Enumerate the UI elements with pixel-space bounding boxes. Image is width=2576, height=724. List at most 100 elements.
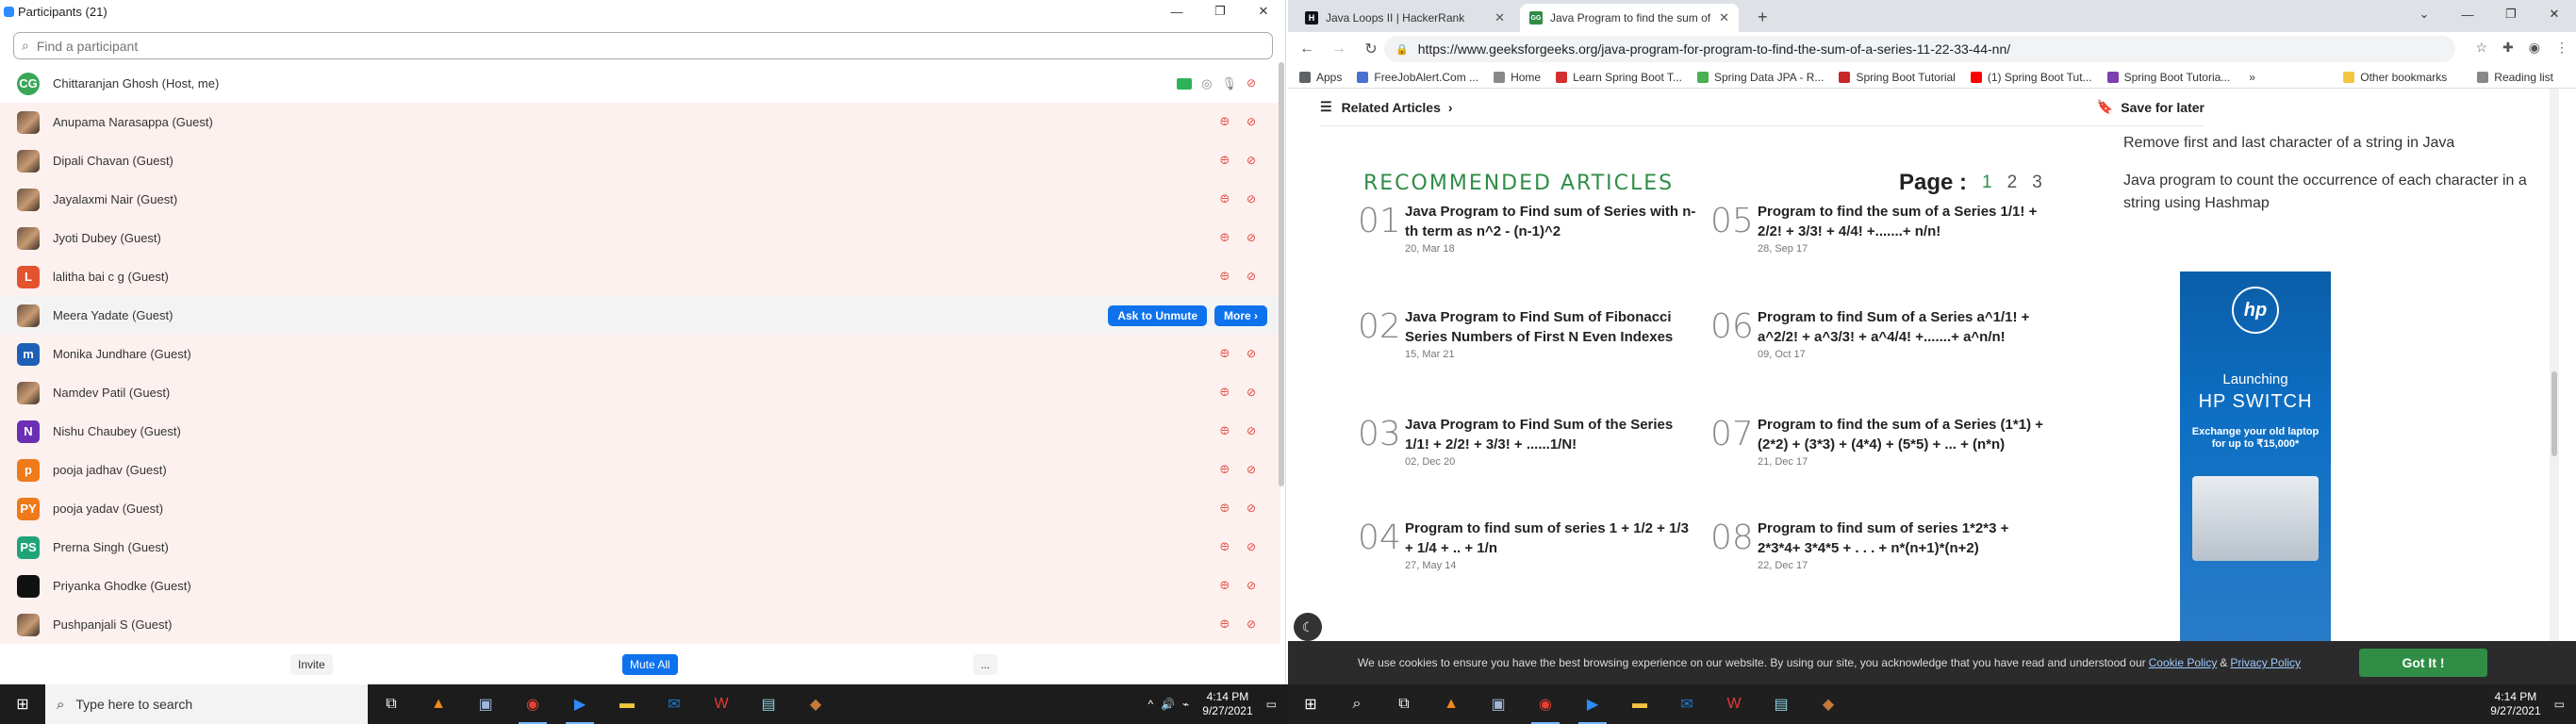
bookmarks-overflow-icon[interactable]: » [2249, 71, 2255, 84]
article-item[interactable]: 03 Java Program to Find Sum of the Series… [1358, 415, 1697, 468]
address-bar[interactable]: 🔒 https://www.geeksforgeeks.org/java-pro… [1384, 36, 2455, 62]
minimize-icon[interactable]: — [1155, 0, 1198, 23]
participant-row[interactable]: Dipali Chavan (Guest) ⨸ ⊘ [0, 141, 1280, 180]
got-it-button[interactable]: Got It ! [2359, 649, 2487, 677]
bookmark-item[interactable]: Spring Data JPA - R... [1696, 71, 1824, 84]
zoom-icon[interactable]: ▶ [1569, 684, 1616, 724]
windows-start-icon[interactable]: ⊞ [1288, 695, 1333, 714]
page-1-link[interactable]: 1 [1982, 173, 1992, 193]
wps-icon[interactable]: W [1710, 684, 1758, 724]
outlook-icon[interactable]: ✉ [651, 684, 698, 724]
vlc-icon[interactable]: ▲ [1428, 684, 1475, 724]
network-icon[interactable]: ⌁ [1182, 698, 1189, 711]
notepad-icon[interactable]: ▤ [745, 684, 792, 724]
bookmark-item[interactable]: Spring Boot Tutoria... [2106, 71, 2230, 84]
other-bookmarks[interactable]: Other bookmarks [2343, 71, 2447, 84]
participant-row[interactable]: PY pooja yadav (Guest) ⨸ ⊘ [0, 489, 1280, 528]
windows-start-icon[interactable]: ⊞ [0, 695, 45, 714]
bookmark-item[interactable]: Learn Spring Boot T... [1556, 71, 1682, 84]
participant-row[interactable]: Anupama Narasappa (Guest) ⨸ ⊘ [0, 103, 1280, 141]
article-title[interactable]: Program to find the sum of a Series (1*1… [1758, 415, 2050, 454]
hp-advertisement[interactable]: hp Launching HP SWITCH Exchange your old… [2180, 272, 2331, 645]
bookmark-item[interactable]: Apps [1299, 71, 1342, 84]
article-title[interactable]: Java Program to Find Sum of the Series 1… [1405, 415, 1697, 454]
clock[interactable]: 4:14 PM 9/27/2021 [1202, 690, 1252, 718]
bookmark-item[interactable]: FreeJobAlert.Com ... [1357, 71, 1478, 84]
profile-avatar[interactable]: ◉ [2529, 40, 2540, 56]
participant-row[interactable]: Namdev Patil (Guest) ⨸ ⊘ [0, 373, 1280, 412]
tab-geeksforgeeks[interactable]: GG Java Program to find the sum of ✕ [1520, 4, 1739, 32]
page-scrollbar[interactable] [2550, 89, 2559, 684]
taskbar-search[interactable]: ⌕ Type here to search [45, 684, 368, 724]
search-input[interactable] [36, 38, 1168, 54]
chrome-icon[interactable]: ◉ [1522, 684, 1569, 724]
dark-mode-icon[interactable]: ☾ [1294, 613, 1322, 641]
scrollbar[interactable] [1279, 62, 1284, 486]
close-icon[interactable]: ✕ [1242, 0, 1285, 23]
participant-row[interactable]: Priyanka Ghodke (Guest) ⨸ ⊘ [0, 567, 1280, 605]
article-item[interactable]: 05 Program to find the sum of a Series 1/… [1710, 202, 2050, 255]
more-options-button[interactable]: ... [973, 654, 999, 675]
tab-search-icon[interactable]: ⌄ [2403, 0, 2446, 28]
outlook-icon[interactable]: ✉ [1663, 684, 1710, 724]
invite-button[interactable]: Invite [290, 654, 333, 675]
article-title[interactable]: Program to find sum of series 1*2*3 + 2*… [1758, 518, 2050, 558]
article-item[interactable]: 07 Program to find the sum of a Series (1… [1710, 415, 2050, 468]
task-view-icon[interactable]: ⧉ [368, 684, 415, 724]
volume-icon[interactable]: 🔊 [1161, 698, 1175, 711]
notepad-icon[interactable]: ▤ [1758, 684, 1805, 724]
article-item[interactable]: 02 Java Program to Find Sum of Fibonacci … [1358, 307, 1697, 360]
sidebar-link[interactable]: Java program to count the occurrence of … [2123, 170, 2538, 215]
scrollbar-thumb[interactable] [2551, 371, 2557, 456]
minimize-icon[interactable]: — [2446, 0, 2489, 28]
save-for-later-button[interactable]: 🔖 Save for later [2097, 99, 2204, 115]
related-articles-link[interactable]: Related Articles [1342, 100, 1441, 115]
forward-icon[interactable]: → [1326, 41, 1352, 58]
chrome-icon[interactable]: ◉ [509, 684, 556, 724]
reload-icon[interactable]: ↻ [1358, 40, 1384, 58]
file-explorer-icon[interactable]: ▬ [1616, 684, 1663, 724]
clock[interactable]: 4:14 PM 9/27/2021 [2490, 690, 2540, 718]
reading-list[interactable]: Reading list [2477, 71, 2553, 84]
game-app-icon[interactable]: ◆ [792, 684, 839, 724]
chevron-up-icon[interactable]: ^ [1148, 698, 1153, 711]
participant-row[interactable]: N Nishu Chaubey (Guest) ⨸ ⊘ [0, 412, 1280, 451]
file-explorer-icon[interactable]: ▬ [603, 684, 651, 724]
bookmark-star-icon[interactable]: ☆ [2475, 40, 2487, 56]
article-item[interactable]: 08 Program to find sum of series 1*2*3 + … [1710, 518, 2050, 571]
vlc-icon[interactable]: ▲ [415, 684, 462, 724]
search-icon[interactable]: ⌕ [1333, 684, 1380, 724]
tab-hackerrank[interactable]: H Java Loops II | HackerRank ✕ [1296, 4, 1514, 32]
back-icon[interactable]: ← [1294, 41, 1320, 58]
mute-all-button[interactable]: Mute All [622, 654, 678, 675]
wps-icon[interactable]: W [698, 684, 745, 724]
participant-row[interactable]: PS Prerna Singh (Guest) ⨸ ⊘ [0, 528, 1280, 567]
menu-icon[interactable]: ⋮ [2555, 40, 2568, 56]
zoom-icon[interactable]: ▶ [556, 684, 603, 724]
page-3-link[interactable]: 3 [2032, 173, 2042, 193]
participant-row[interactable]: Pushpanjali S (Guest) ⨸ ⊘ [0, 605, 1280, 644]
bookmark-item[interactable]: (1) Spring Boot Tut... [1970, 71, 2092, 84]
ask-to-unmute-button[interactable]: Ask to Unmute [1108, 304, 1207, 326]
file-app-icon[interactable]: ▣ [1475, 684, 1522, 724]
bookmark-item[interactable]: Spring Boot Tutorial [1839, 71, 1956, 84]
participant-search[interactable]: ⌕ [13, 32, 1273, 59]
article-item[interactable]: 06 Program to find Sum of a Series a^1/1!… [1710, 307, 2050, 360]
participant-row[interactable]: Jayalaxmi Nair (Guest) ⨸ ⊘ [0, 180, 1280, 219]
participant-row[interactable]: Meera Yadate (Guest) Ask to Unmute More › [0, 296, 1280, 335]
participant-row[interactable]: m Monika Jundhare (Guest) ⨸ ⊘ [0, 335, 1280, 373]
article-title[interactable]: Java Program to Find Sum of Fibonacci Se… [1405, 307, 1697, 347]
article-title[interactable]: Java Program to Find sum of Series with … [1405, 202, 1697, 241]
sidebar-link[interactable]: Remove first and last character of a str… [2123, 132, 2538, 155]
maximize-icon[interactable]: ❐ [1198, 0, 1242, 23]
new-tab-icon[interactable]: + [1758, 8, 1768, 27]
more-button[interactable]: More › [1214, 304, 1267, 326]
game-app-icon[interactable]: ◆ [1805, 684, 1852, 724]
participant-row[interactable]: Llalitha bai c g (Guest) ⨸ ⊘ [0, 257, 1280, 296]
participant-row[interactable]: p pooja jadhav (Guest) ⨸ ⊘ [0, 451, 1280, 489]
bookmark-item[interactable]: Home [1494, 71, 1541, 84]
close-icon[interactable]: ✕ [2533, 0, 2576, 28]
participant-row[interactable]: CG Chittaranjan Ghosh (Host, me) ◎ 🎙︎ ⊘ [0, 64, 1280, 103]
participant-row[interactable]: Jyoti Dubey (Guest) ⨸ ⊘ [0, 219, 1280, 257]
extensions-icon[interactable]: ✚ [2502, 40, 2514, 56]
